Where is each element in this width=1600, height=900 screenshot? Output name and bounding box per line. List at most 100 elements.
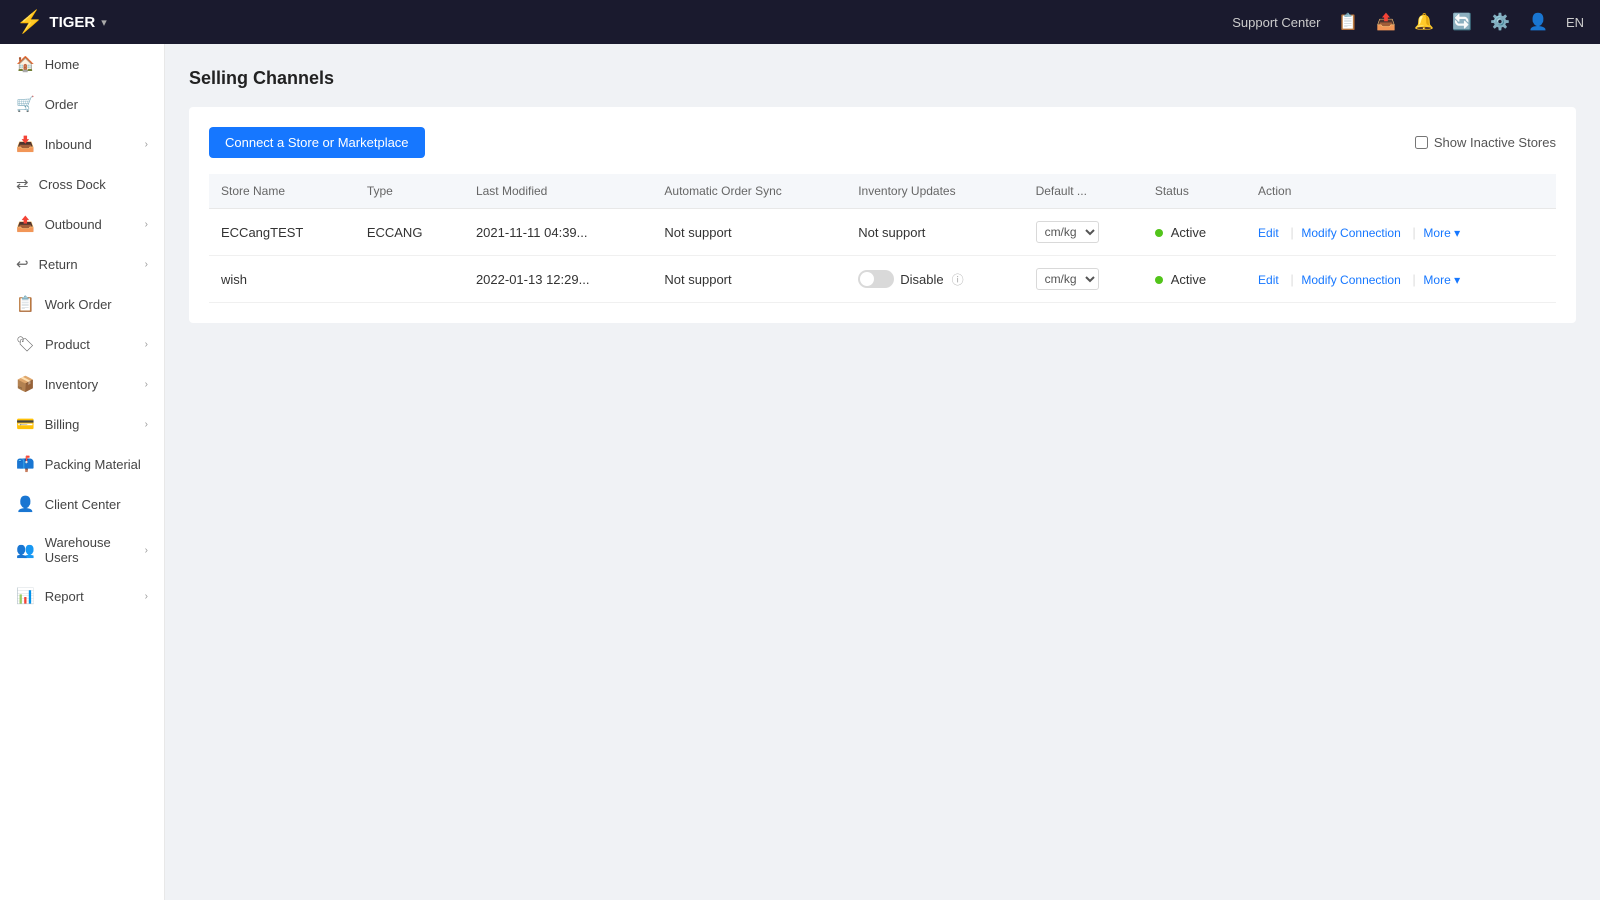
sidebar-item-product[interactable]: 🏷 Product › bbox=[0, 324, 164, 364]
cell-inventory-1: Disable ⓘ bbox=[846, 256, 1023, 303]
show-inactive-checkbox[interactable] bbox=[1415, 136, 1428, 149]
billing-chevron-icon: › bbox=[145, 419, 148, 430]
edit-link-0[interactable]: Edit bbox=[1258, 226, 1279, 240]
sidebar-item-inventory[interactable]: 📦 Inventory › bbox=[0, 364, 164, 404]
selling-channels-table: Store Name Type Last Modified Automatic … bbox=[209, 174, 1556, 303]
logo-icon: ⚡ bbox=[16, 9, 43, 35]
main-content: Selling Channels Connect a Store or Mark… bbox=[165, 44, 1600, 900]
status-text-1: Active bbox=[1171, 272, 1206, 287]
warehouse-users-chevron-icon: › bbox=[145, 545, 148, 556]
toolbar: Connect a Store or Marketplace Show Inac… bbox=[209, 127, 1556, 158]
content-card: Connect a Store or Marketplace Show Inac… bbox=[189, 107, 1576, 323]
sidebar-item-client[interactable]: 👤 Client Center bbox=[0, 484, 164, 524]
sidebar-label-home: Home bbox=[45, 57, 148, 72]
notification-icon[interactable]: 🔔 bbox=[1414, 12, 1434, 32]
page-title: Selling Channels bbox=[189, 68, 1576, 89]
sidebar-item-work-order[interactable]: 📋 Work Order bbox=[0, 284, 164, 324]
sidebar-item-order[interactable]: 🛒 Order bbox=[0, 84, 164, 124]
return-icon: ↩ bbox=[16, 255, 29, 273]
more-button-1[interactable]: More ▾ bbox=[1423, 273, 1460, 287]
sidebar-item-return[interactable]: ↩ Return › bbox=[0, 244, 164, 284]
support-center-link[interactable]: Support Center bbox=[1232, 15, 1320, 30]
col-action: Action bbox=[1246, 174, 1556, 209]
sidebar-label-outbound: Outbound bbox=[45, 217, 135, 232]
product-chevron-icon: › bbox=[145, 339, 148, 350]
sidebar-label-inbound: Inbound bbox=[45, 137, 135, 152]
brand-chevron-icon[interactable]: ▾ bbox=[101, 16, 107, 29]
sidebar-item-inbound[interactable]: 📥 Inbound › bbox=[0, 124, 164, 164]
outbound-icon: 📤 bbox=[16, 215, 35, 233]
brand-name[interactable]: TIGER bbox=[49, 14, 95, 31]
default-select-0[interactable]: cm/kg in/lb bbox=[1036, 221, 1099, 243]
return-chevron-icon: › bbox=[145, 259, 148, 270]
sidebar-item-billing[interactable]: 💳 Billing › bbox=[0, 404, 164, 444]
inventory-status-1: Disable bbox=[900, 272, 943, 287]
cell-action-0: Edit | Modify Connection | More ▾ bbox=[1246, 209, 1556, 256]
sidebar-label-billing: Billing bbox=[45, 417, 135, 432]
modify-connection-link-1[interactable]: Modify Connection bbox=[1301, 273, 1400, 287]
refresh-icon[interactable]: 🔄 bbox=[1452, 12, 1472, 32]
cell-action-1: Edit | Modify Connection | More ▾ bbox=[1246, 256, 1556, 303]
show-inactive-toggle[interactable]: Show Inactive Stores bbox=[1415, 135, 1556, 150]
settings-icon[interactable]: ⚙️ bbox=[1490, 12, 1510, 32]
inventory-text-0: Not support bbox=[858, 225, 925, 240]
cell-default-1[interactable]: cm/kg in/lb bbox=[1024, 256, 1143, 303]
col-default: Default ... bbox=[1024, 174, 1143, 209]
sidebar-item-report[interactable]: 📊 Report › bbox=[0, 576, 164, 616]
cell-default-0[interactable]: cm/kg in/lb bbox=[1024, 209, 1143, 256]
sidebar-label-work-order: Work Order bbox=[45, 297, 148, 312]
sidebar-label-order: Order bbox=[45, 97, 148, 112]
sidebar-label-client: Client Center bbox=[45, 497, 148, 512]
sidebar-label-product: Product bbox=[45, 337, 135, 352]
main-layout: 🏠 Home 🛒 Order 📥 Inbound › ⇄ Cross Dock … bbox=[0, 44, 1600, 900]
table-row: wish 2022-01-13 12:29... Not support Dis… bbox=[209, 256, 1556, 303]
table-header: Store Name Type Last Modified Automatic … bbox=[209, 174, 1556, 209]
order-icon: 🛒 bbox=[16, 95, 35, 113]
clipboard-icon[interactable]: 📋 bbox=[1338, 12, 1358, 32]
inventory-toggle-1[interactable] bbox=[858, 270, 894, 288]
sidebar: 🏠 Home 🛒 Order 📥 Inbound › ⇄ Cross Dock … bbox=[0, 44, 165, 900]
cell-last-modified-0: 2021-11-11 04:39... bbox=[464, 209, 652, 256]
inbound-icon: 📥 bbox=[16, 135, 35, 153]
modify-connection-link-0[interactable]: Modify Connection bbox=[1301, 226, 1400, 240]
inventory-icon: 📦 bbox=[16, 375, 35, 393]
topnav-right-area: Support Center 📋 📤 🔔 🔄 ⚙️ 👤 EN bbox=[1232, 12, 1584, 32]
cell-store-name-0: ECCangTEST bbox=[209, 209, 355, 256]
default-select-1[interactable]: cm/kg in/lb bbox=[1036, 268, 1099, 290]
client-icon: 👤 bbox=[16, 495, 35, 513]
language-selector[interactable]: EN bbox=[1566, 15, 1584, 30]
export-icon[interactable]: 📤 bbox=[1376, 12, 1396, 32]
col-status: Status bbox=[1143, 174, 1246, 209]
inbound-chevron-icon: › bbox=[145, 139, 148, 150]
col-type: Type bbox=[355, 174, 464, 209]
report-icon: 📊 bbox=[16, 587, 35, 605]
edit-link-1[interactable]: Edit bbox=[1258, 273, 1279, 287]
report-chevron-icon: › bbox=[145, 591, 148, 602]
status-dot-0 bbox=[1155, 229, 1163, 237]
info-icon-1[interactable]: ⓘ bbox=[952, 271, 964, 288]
cross-dock-icon: ⇄ bbox=[16, 175, 29, 193]
sidebar-label-warehouse-users: Warehouse Users bbox=[45, 535, 135, 565]
sidebar-item-packing[interactable]: 📫 Packing Material bbox=[0, 444, 164, 484]
col-inventory-updates: Inventory Updates bbox=[846, 174, 1023, 209]
home-icon: 🏠 bbox=[16, 55, 35, 73]
col-auto-order-sync: Automatic Order Sync bbox=[652, 174, 846, 209]
sidebar-item-warehouse-users[interactable]: 👥 Warehouse Users › bbox=[0, 524, 164, 576]
outbound-chevron-icon: › bbox=[145, 219, 148, 230]
sidebar-item-cross-dock[interactable]: ⇄ Cross Dock bbox=[0, 164, 164, 204]
work-order-icon: 📋 bbox=[16, 295, 35, 313]
sidebar-label-report: Report bbox=[45, 589, 135, 604]
table-body: ECCangTEST ECCANG 2021-11-11 04:39... No… bbox=[209, 209, 1556, 303]
cell-status-0: Active bbox=[1143, 209, 1246, 256]
sidebar-label-return: Return bbox=[39, 257, 135, 272]
col-last-modified: Last Modified bbox=[464, 174, 652, 209]
connect-store-button[interactable]: Connect a Store or Marketplace bbox=[209, 127, 425, 158]
user-icon[interactable]: 👤 bbox=[1528, 12, 1548, 32]
sidebar-item-home[interactable]: 🏠 Home bbox=[0, 44, 164, 84]
sidebar-item-outbound[interactable]: 📤 Outbound › bbox=[0, 204, 164, 244]
more-button-0[interactable]: More ▾ bbox=[1423, 226, 1460, 240]
status-text-0: Active bbox=[1171, 225, 1206, 240]
product-icon: 🏷 bbox=[16, 335, 35, 353]
sidebar-label-cross-dock: Cross Dock bbox=[39, 177, 148, 192]
cell-type-1 bbox=[355, 256, 464, 303]
